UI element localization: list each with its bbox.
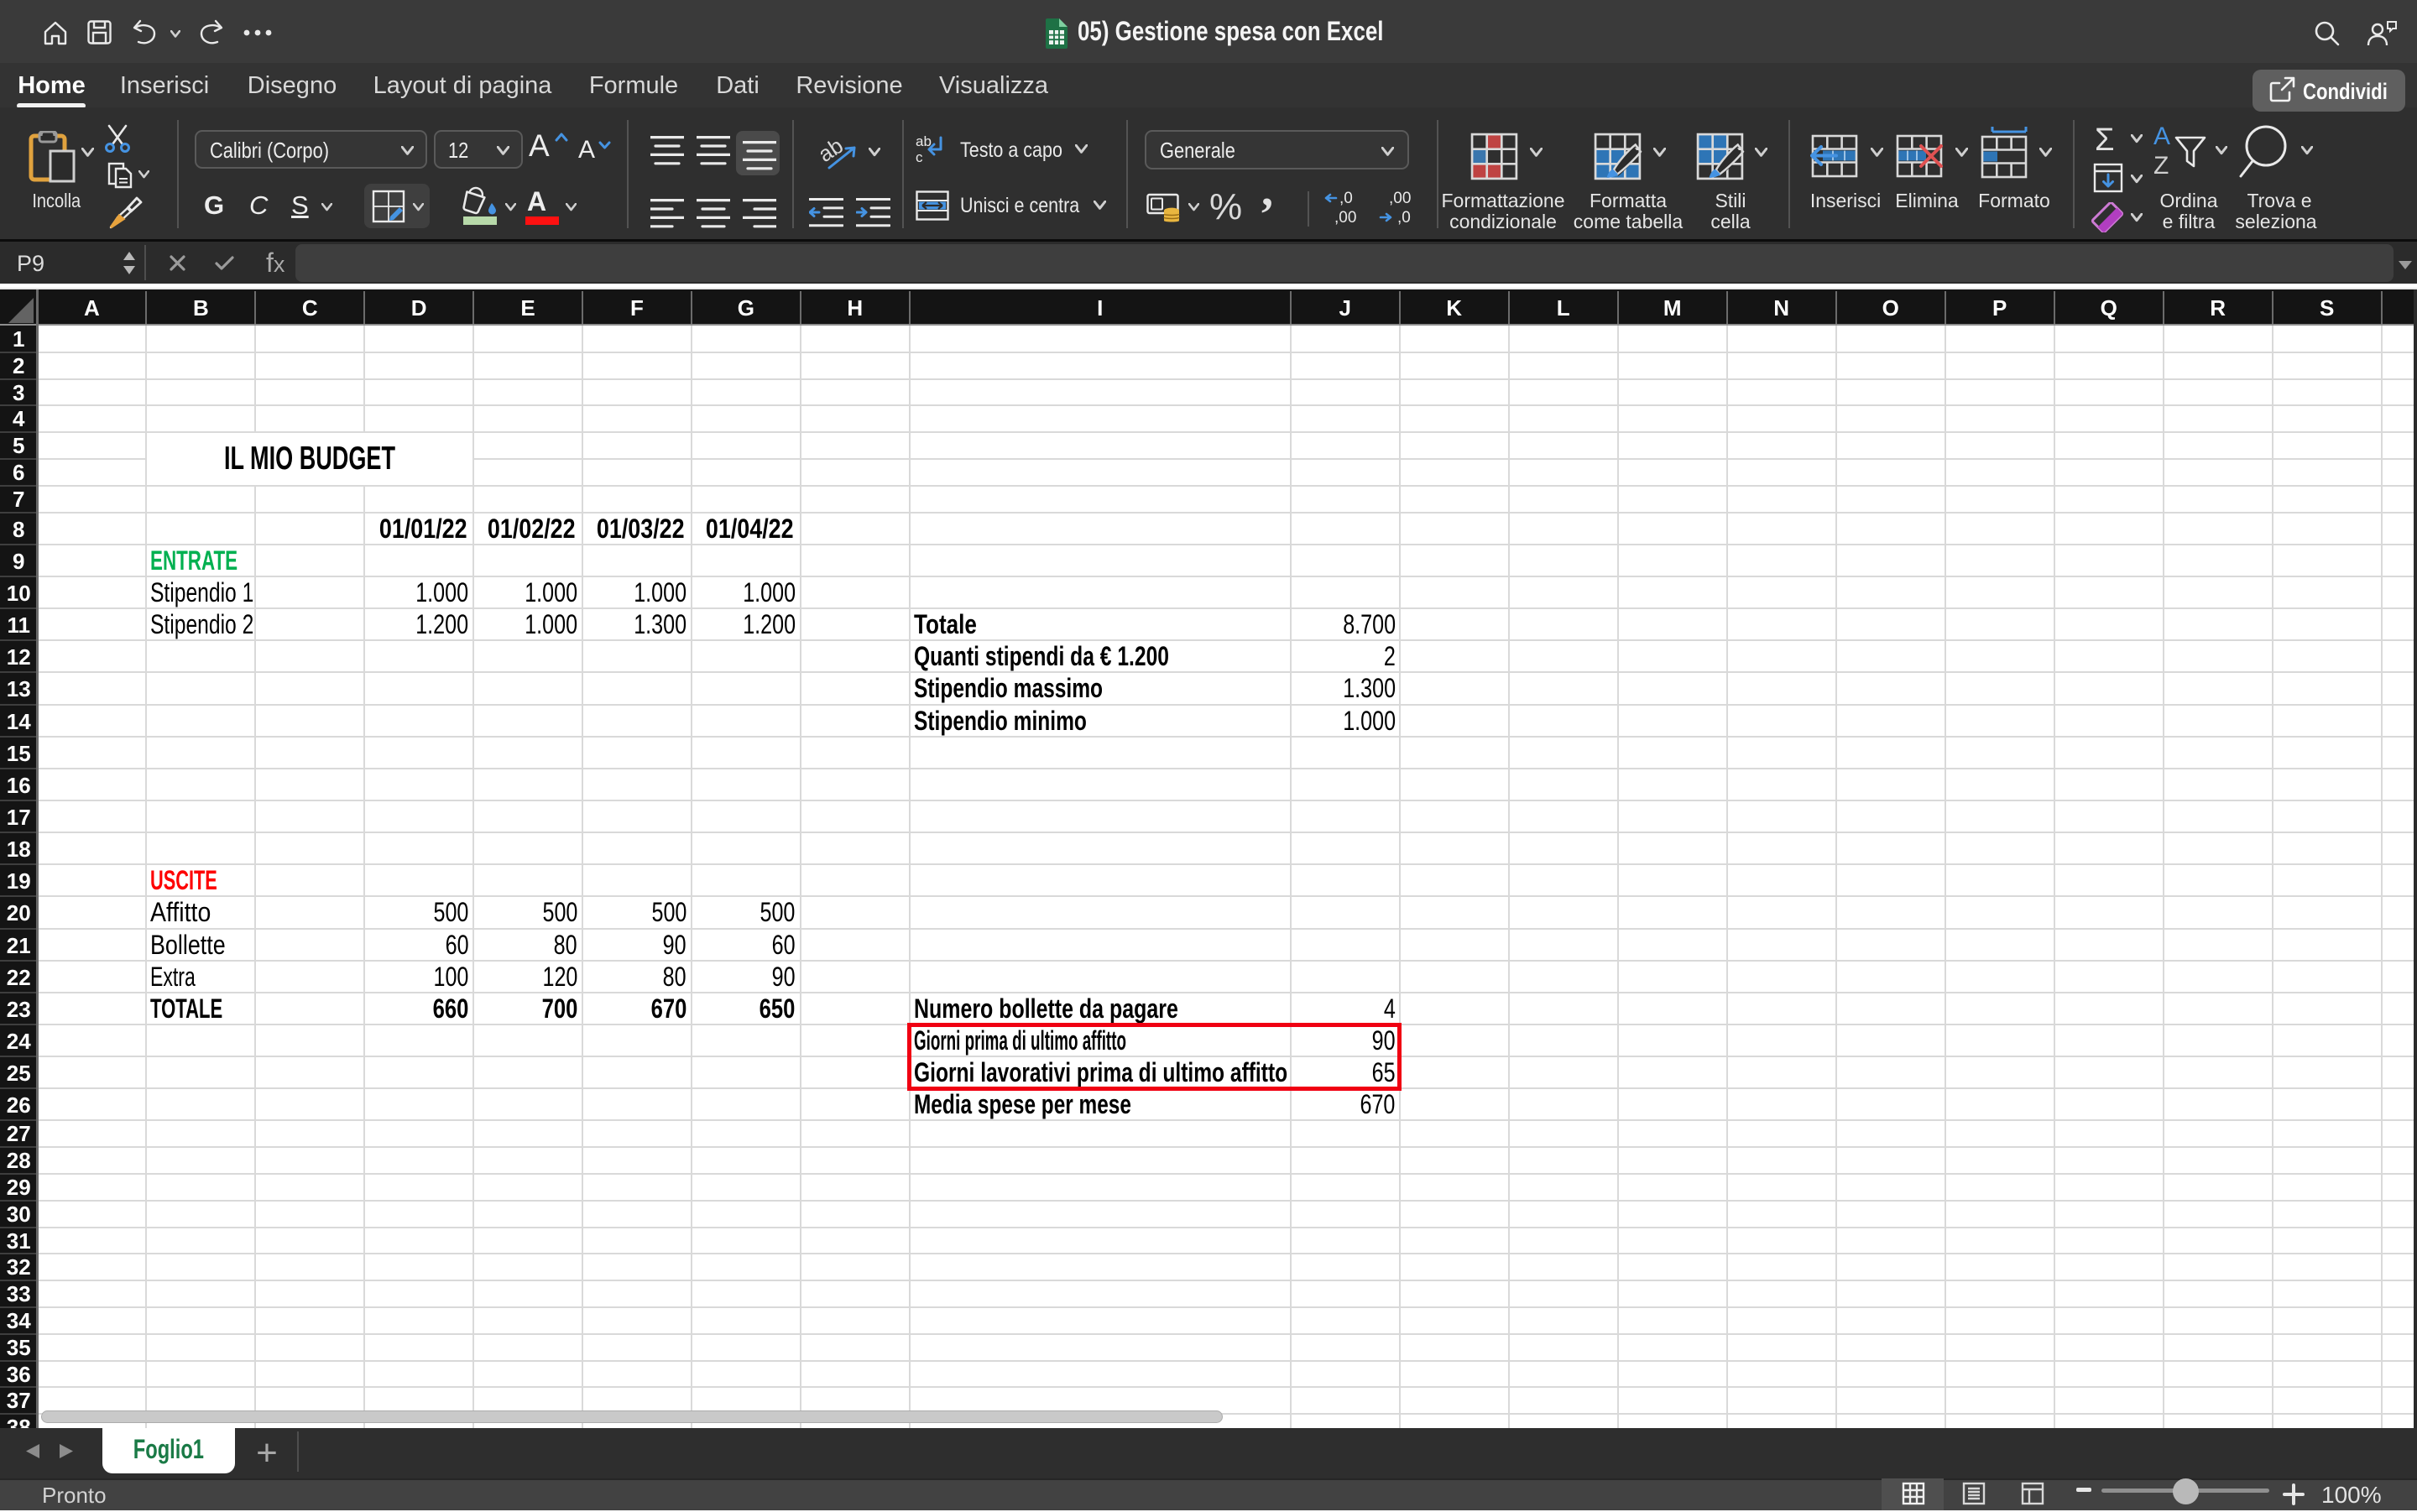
svg-text:,00: ,00 <box>1389 191 1411 207</box>
svg-text:ab: ab <box>821 134 848 167</box>
svg-text:,00: ,00 <box>1334 209 1356 225</box>
svg-text:c: c <box>916 149 923 165</box>
svg-text:ab: ab <box>916 134 932 149</box>
svg-text:,0: ,0 <box>1339 191 1353 207</box>
svg-text:,0: ,0 <box>1397 209 1411 225</box>
